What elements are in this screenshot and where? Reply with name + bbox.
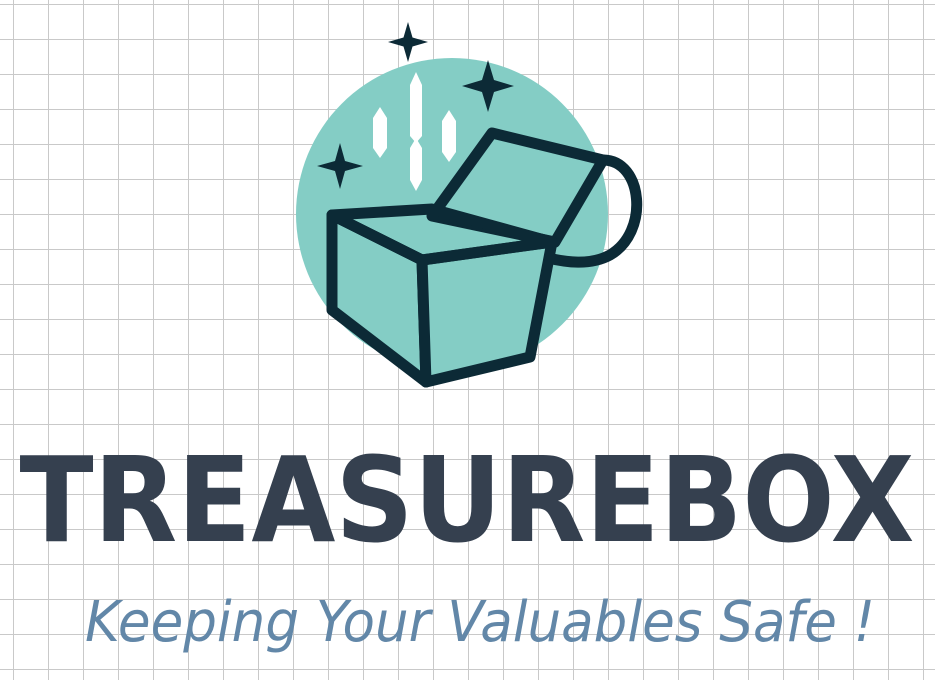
chest-side-face	[416, 236, 558, 388]
brand-name-text: TREASUREBOX	[20, 437, 915, 567]
crystal-right	[442, 110, 456, 162]
crystal-tall	[410, 72, 422, 143]
crystal-bottom	[410, 138, 422, 191]
tagline-text: Keeping Your Valuables Safe !	[85, 590, 875, 655]
sparkle-star-top-icon	[388, 22, 428, 62]
brand-name: TREASUREBOX	[20, 437, 915, 567]
tagline: Keeping Your Valuables Safe !	[85, 590, 875, 655]
